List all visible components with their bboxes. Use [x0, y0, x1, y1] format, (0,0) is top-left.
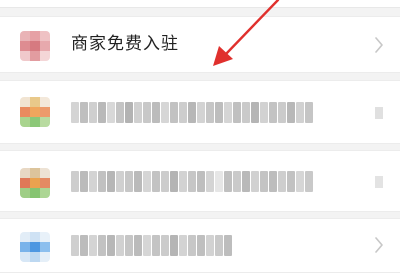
blurred-trailing-icon: [374, 104, 384, 122]
settings-list-screen: 商家免费入驻: [0, 0, 400, 273]
merchant-signup-row[interactable]: 商家免费入驻: [0, 16, 400, 73]
blurred-list-item[interactable]: [0, 80, 400, 144]
blurred-app-icon: [20, 97, 50, 127]
merchant-app-icon: [20, 31, 50, 61]
blurred-text: [71, 171, 313, 192]
blurred-list-item[interactable]: [0, 218, 400, 273]
blurred-app-icon: [20, 168, 50, 198]
chevron-right-icon: [374, 36, 384, 54]
blurred-app-icon: [20, 232, 50, 262]
blurred-text: [71, 102, 313, 123]
blurred-text: [71, 235, 232, 256]
top-row-edge: [0, 0, 400, 8]
merchant-signup-label: 商家免费入驻: [71, 34, 179, 54]
chevron-right-icon: [374, 236, 384, 254]
blurred-trailing-icon: [374, 173, 384, 191]
blurred-list-item[interactable]: [0, 150, 400, 212]
